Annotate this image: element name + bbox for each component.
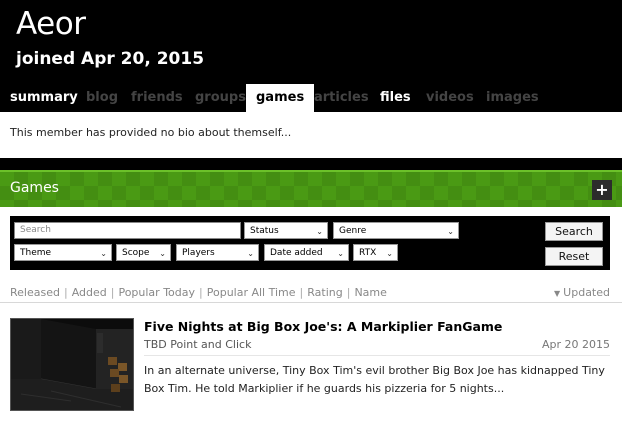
sort-popular-today[interactable]: Popular Today [118,286,195,299]
sort-updated-label: Updated [563,286,610,299]
chevron-down-icon: ⌄ [100,249,107,258]
rtx-select[interactable]: RTX ⌄ [353,244,398,261]
sort-separator: | [299,286,304,299]
date-added-select[interactable]: Date added ⌄ [264,244,349,261]
chevron-down-icon: ⌄ [247,249,254,258]
sort-separator: | [110,286,115,299]
reset-button[interactable]: Reset [545,247,603,266]
tab-friends[interactable]: friends [121,84,193,112]
game-date: Apr 20 2015 [541,338,610,351]
tab-articles[interactable]: articles [304,84,379,112]
chevron-down-icon: ⌄ [316,227,323,236]
game-title-link[interactable]: Five Nights at Big Box Joe's: A Markipli… [144,319,502,334]
search-button[interactable]: Search [545,222,603,241]
sort-name[interactable]: Name [354,286,386,299]
sort-separator: | [346,286,351,299]
players-select[interactable]: Players ⌄ [176,244,259,261]
chevron-down-icon: ⌄ [159,249,166,258]
status-select[interactable]: Status ⌄ [244,222,328,239]
games-section-header: Games + [0,170,622,207]
divider [0,302,622,303]
filter-box: Status ⌄ Genre ⌄ Theme ⌄ Scope ⌄ Players… [10,216,610,270]
tab-images[interactable]: images [476,84,549,112]
chevron-down-icon: ⌄ [386,249,393,258]
rtx-select-label: RTX [359,248,377,258]
sort-popular-all-time[interactable]: Popular All Time [207,286,296,299]
sort-added[interactable]: Added [72,286,107,299]
game-meta: TBD Point and Click [144,338,252,351]
sort-options: Released | Added | Popular Today | Popular All… [10,286,612,300]
theme-select[interactable]: Theme ⌄ [14,244,112,261]
genre-select[interactable]: Genre ⌄ [333,222,459,239]
caret-down-icon: ▼ [554,289,561,298]
add-game-button[interactable]: + [592,180,612,200]
game-description: In an alternate universe, Tiny Box Tim's… [144,364,605,395]
genre-select-label: Genre [339,226,367,236]
profile-header: Aeor joined Apr 20, 2015 [0,0,622,88]
profile-tabs: summary blog friends groups games articl… [0,84,622,112]
status-select-label: Status [250,226,279,236]
game-thumbnail-image [11,319,133,410]
date-added-select-label: Date added [270,248,323,258]
bio-text: This member has provided no bio about th… [10,126,292,139]
divider [144,355,610,356]
game-thumbnail[interactable] [10,318,134,411]
bio-panel: This member has provided no bio about th… [0,112,622,158]
sort-released[interactable]: Released [10,286,60,299]
sort-updated[interactable]: ▼ Updated [554,286,610,299]
sort-separator: | [63,286,68,299]
chevron-down-icon: ⌄ [337,249,344,258]
theme-select-label: Theme [20,248,52,258]
players-select-label: Players [182,248,215,258]
tab-summary[interactable]: summary [0,84,88,112]
plus-icon: + [595,180,609,199]
sort-separator: | [199,286,203,299]
chevron-down-icon: ⌄ [447,227,454,236]
scope-select-label: Scope [122,248,150,258]
search-input[interactable] [14,222,241,239]
sort-rating[interactable]: Rating [307,286,342,299]
profile-username: Aeor [16,6,86,42]
profile-joined-date: joined Apr 20, 2015 [16,49,205,69]
tab-videos[interactable]: videos [416,84,484,112]
tab-files[interactable]: files [370,84,421,112]
scope-select[interactable]: Scope ⌄ [116,244,171,261]
games-section-title: Games [10,180,59,196]
